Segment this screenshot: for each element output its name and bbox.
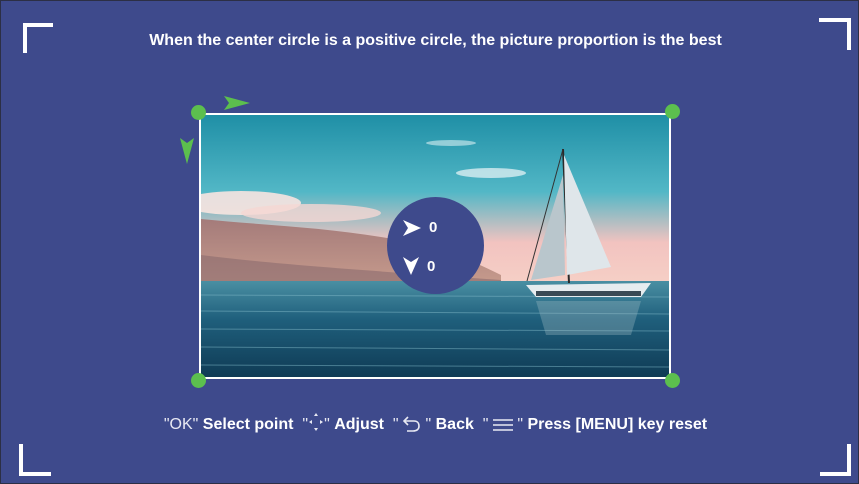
corner-point-top-right[interactable] (665, 104, 680, 119)
ok-action-label: Select point (202, 416, 294, 433)
horizontal-direction-arrow-icon (224, 96, 250, 110)
horizontal-offset-value: 0 (429, 219, 438, 236)
center-circle: 0 0 (387, 197, 484, 294)
corner-point-bottom-left[interactable] (191, 373, 206, 388)
vertical-direction-arrow-icon (180, 138, 194, 164)
adjust-action-label: Adjust (334, 416, 384, 433)
back-action-label: Back (435, 416, 474, 433)
back-key-close: " (425, 416, 432, 433)
frame-corner-bottom-left (19, 444, 51, 476)
keystone-correction-screen: When the center circle is a positive cir… (0, 0, 859, 484)
ok-key-label: "OK" (163, 416, 199, 433)
back-arrow-icon (402, 416, 420, 432)
back-key-open: " (392, 416, 399, 433)
menu-key-close: " (517, 416, 524, 433)
corner-point-top-left[interactable] (191, 105, 206, 120)
arrow-right-icon (403, 219, 421, 236)
menu-action-label: Press [MENU] key reset (527, 416, 708, 433)
frame-corner-bottom-right (820, 444, 851, 476)
horizontal-offset: 0 (403, 219, 437, 236)
key-help-bar: "OK" Select point " " Adjust " " Back " … (1, 412, 858, 434)
dpad-icon (309, 413, 324, 431)
vertical-offset-value: 0 (427, 257, 436, 275)
instruction-title: When the center circle is a positive cir… (149, 32, 722, 49)
vertical-offset: 0 (403, 257, 435, 275)
arrow-down-icon (403, 257, 419, 275)
menu-key-open: " (482, 416, 489, 433)
corner-point-bottom-right[interactable] (665, 373, 680, 388)
menu-icon (492, 419, 513, 431)
adjust-key-close: " (324, 416, 330, 433)
